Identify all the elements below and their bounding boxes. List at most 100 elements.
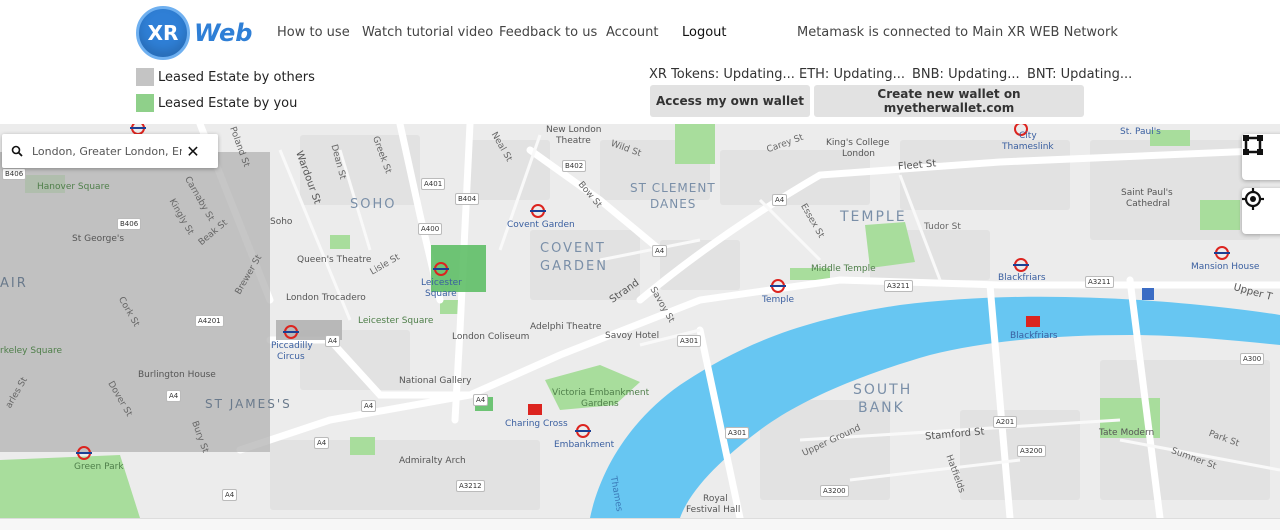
street-stamford-st: Stamford St <box>924 426 985 443</box>
legend-swatch-you <box>136 94 154 112</box>
legend-leased-by-you: Leased Estate by you <box>136 94 297 112</box>
search-icon <box>2 145 32 157</box>
place-london-trocadero: London Trocadero <box>286 293 366 303</box>
map-labels: SOHO COVENT GARDEN ST CLEMENT DANES TEMP… <box>0 124 1280 518</box>
street-essex-st: Essex St <box>798 202 826 240</box>
bnb-balance: BNB: Updating... <box>912 67 1020 82</box>
road-a4-8: A4 <box>473 394 489 406</box>
road-a401: A401 <box>421 178 446 190</box>
road-b402: B402 <box>562 160 587 172</box>
logo[interactable]: XR Web <box>136 6 252 60</box>
road-a3200-a: A3200 <box>1017 445 1046 457</box>
search-input[interactable] <box>32 144 182 158</box>
place-blackfriars-rail: Blackfriars <box>1010 331 1058 341</box>
district-temple: TEMPLE <box>840 209 907 225</box>
legend-swatch-others <box>136 68 154 86</box>
legend-leased-by-others: Leased Estate by others <box>136 68 315 86</box>
district-st-clement-1: ST CLEMENT <box>630 181 716 195</box>
place-new-london-2: Theatre <box>556 136 591 146</box>
street-wild-st: Wild St <box>609 138 643 160</box>
place-victoria-embankment-2: Gardens <box>581 399 619 409</box>
access-wallet-button[interactable]: Access my own wallet <box>650 85 810 117</box>
road-a3200-b: A3200 <box>820 485 849 497</box>
road-a201: A201 <box>993 416 1018 428</box>
place-victoria-embankment-1: Victoria Embankment <box>552 388 650 398</box>
place-charing-cross: Charing Cross <box>505 419 568 429</box>
street-upper-t: Upper T <box>1232 282 1274 303</box>
street-greek-st: Greek St <box>370 135 393 175</box>
street-sumner-st: Sumner St <box>1169 446 1218 472</box>
place-queens-theatre: Queen's Theatre <box>297 255 372 265</box>
nav-watch-tutorial[interactable]: Watch tutorial video <box>362 25 493 40</box>
locate-me-button[interactable] <box>1242 188 1280 234</box>
street-bow-st: Bow St <box>575 179 604 211</box>
place-city-thameslink-2: Thameslink <box>1002 142 1054 152</box>
street-kingly-st: Kingly St <box>166 197 196 237</box>
district-covent-garden-2: GARDEN <box>540 259 608 274</box>
logo-circle: XR <box>136 6 190 60</box>
bnt-balance: BNT: Updating... <box>1027 67 1133 82</box>
street-savoy-st: Savoy St <box>647 285 676 325</box>
road-b406-b: B406 <box>117 218 142 230</box>
district-covent-garden-1: COVENT <box>540 241 606 256</box>
place-covent-garden-station: Covent Garden <box>507 220 575 230</box>
xr-token-balance: XR Tokens: Updating... <box>649 67 795 82</box>
place-kings-college-2: London <box>842 149 875 159</box>
place-berkeley-square: rkeley Square <box>0 346 63 356</box>
street-strand: Strand <box>607 277 642 306</box>
district-mayfair: AIR <box>0 276 28 291</box>
place-royal-festival-2: Festival Hall <box>686 505 741 515</box>
place-london-coliseum: London Coliseum <box>452 332 530 342</box>
road-a3212: A3212 <box>456 480 485 492</box>
clear-search-icon[interactable]: ✕ <box>182 142 204 161</box>
road-a4-6: A4 <box>314 437 330 449</box>
app-root: XR Web How to use Watch tutorial video F… <box>0 0 1280 530</box>
legend-label-you: Leased Estate by you <box>158 95 298 111</box>
draw-area-button[interactable] <box>1242 134 1280 180</box>
street-neal-st: Neal St <box>488 130 514 164</box>
place-soho: Soho <box>270 217 293 227</box>
create-wallet-button[interactable]: Create new wallet on myetherwallet.com <box>814 85 1084 117</box>
nav-account[interactable]: Account <box>606 25 659 40</box>
street-upper-ground: Upper Ground <box>800 423 863 459</box>
district-soho: SOHO <box>350 197 397 212</box>
place-leicester-square: Leicester Square <box>358 316 434 326</box>
place-leicester-station-2: Square <box>425 289 457 299</box>
crosshair-icon <box>1242 188 1264 210</box>
place-savoy-hotel: Savoy Hotel <box>605 331 660 341</box>
nav-how-to-use[interactable]: How to use <box>277 25 350 40</box>
square-select-icon <box>1243 135 1263 155</box>
road-a4-1: A4 <box>772 194 788 206</box>
place-embankment: Embankment <box>554 440 615 450</box>
place-st-pauls-cathedral-1: Saint Paul's <box>1121 188 1173 198</box>
road-a4201: A4201 <box>195 315 224 327</box>
street-bury-st: Bury St <box>189 419 210 455</box>
street-dover-st: Dover St <box>105 379 134 419</box>
place-new-london-1: New London <box>546 125 602 135</box>
road-a4-4: A4 <box>166 390 182 402</box>
place-st-pauls: St. Paul's <box>1120 127 1161 137</box>
place-blackfriars: Blackfriars <box>998 273 1046 283</box>
district-south-bank-1: SOUTH <box>853 382 913 398</box>
street-carey-st: Carey St <box>765 132 805 156</box>
road-a3211-b: A3211 <box>1085 276 1114 288</box>
road-a4-7: A4 <box>222 489 238 501</box>
road-a300: A300 <box>1240 353 1265 365</box>
place-thames: Thames <box>607 475 624 513</box>
district-south-bank-2: BANK <box>858 400 905 416</box>
road-a301-b: A301 <box>725 427 750 439</box>
map-canvas[interactable]: SOHO COVENT GARDEN ST CLEMENT DANES TEMP… <box>0 124 1280 518</box>
district-st-james: ST JAMES'S <box>205 397 292 411</box>
road-b404: B404 <box>455 193 480 205</box>
nav-logout[interactable]: Logout <box>682 25 727 40</box>
place-kings-college-1: King's College <box>826 138 890 148</box>
place-admiralty-arch: Admiralty Arch <box>399 456 466 466</box>
road-a400: A400 <box>418 223 443 235</box>
street-park-st: Park St <box>1207 428 1241 450</box>
header: XR Web How to use Watch tutorial video F… <box>0 0 1280 124</box>
district-st-clement-2: DANES <box>650 197 697 211</box>
street-poland-st: Poland St <box>227 125 251 169</box>
nav-feedback[interactable]: Feedback to us <box>499 25 597 40</box>
place-temple-station: Temple <box>762 295 795 305</box>
street-carnaby-st: Carnaby St <box>182 174 216 224</box>
